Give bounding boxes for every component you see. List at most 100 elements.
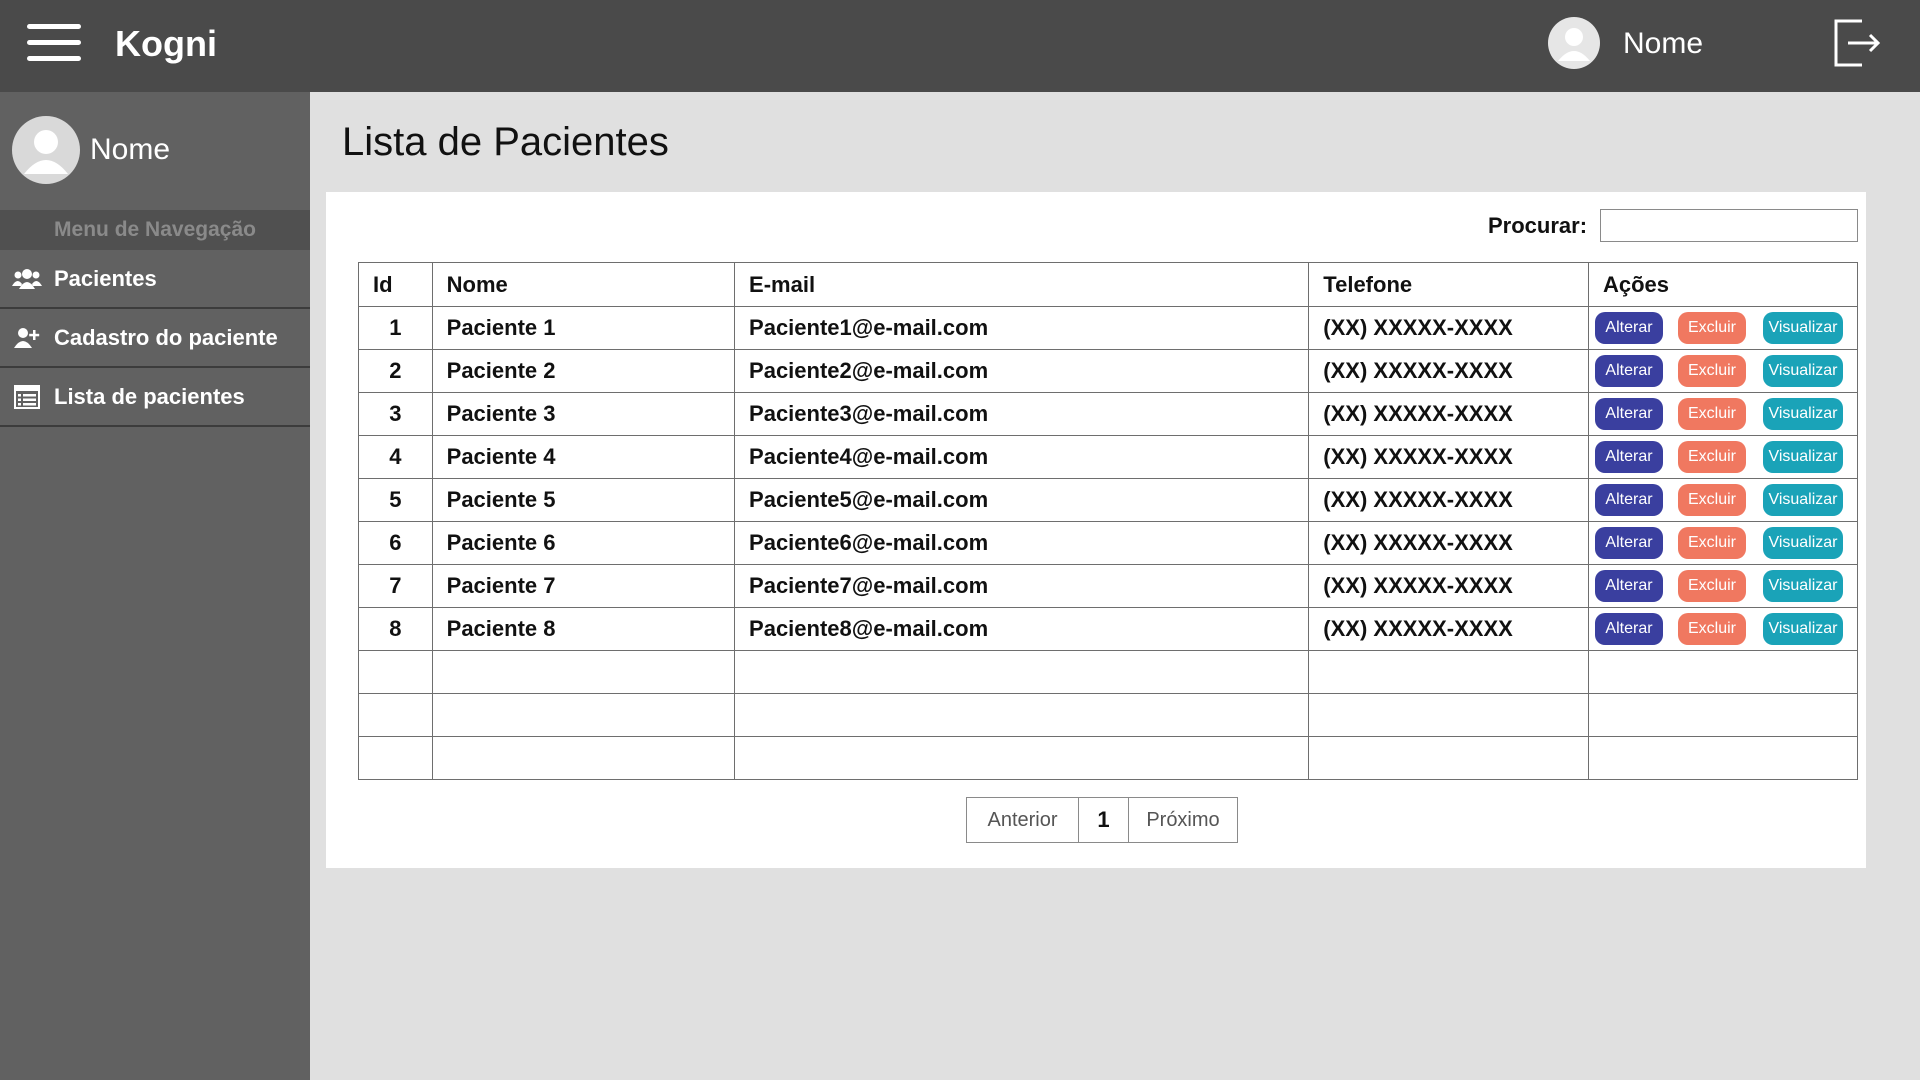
empty-cell [431,736,736,780]
view-button[interactable]: Visualizar [1762,441,1843,473]
view-button[interactable]: Visualizar [1762,484,1843,516]
empty-table-row [358,650,1859,694]
sidebar-username: Nome [90,133,171,166]
empty-table-row [358,736,1859,780]
cell-phone: (XX) XXXXX-XXXX [1308,306,1589,350]
view-button[interactable]: Visualizar [1762,355,1843,387]
sidebar-item-pacientes[interactable]: Pacientes [0,250,310,309]
empty-cell [734,650,1310,694]
avatar-icon [12,116,80,184]
logout-icon[interactable] [1832,17,1884,69]
cell-email: Paciente3@e-mail.com [734,392,1310,436]
view-button[interactable]: Visualizar [1762,312,1843,344]
view-button[interactable]: Visualizar [1762,527,1843,559]
column-header-email[interactable]: E-mail [734,262,1310,307]
next-page-button[interactable]: Próximo [1129,798,1237,842]
empty-cell [358,736,433,780]
row-actions: Alterar Excluir Visualizar [1594,441,1843,473]
menu-icon[interactable] [27,22,81,62]
table-row: 1 Paciente 1 Paciente1@e-mail.com (XX) XXXX… [358,306,1859,350]
previous-page-button[interactable]: Anterior [967,798,1079,842]
empty-cell [1308,650,1589,694]
row-actions: Alterar Excluir Visualizar [1594,527,1843,559]
search-label: Procurar: [1488,213,1588,238]
cell-name: Paciente 1 [431,306,736,350]
edit-button[interactable]: Alterar [1594,527,1663,559]
users-icon [0,267,54,291]
search-input[interactable] [1600,209,1858,242]
user-plus-icon [0,326,54,350]
cell-email: Paciente5@e-mail.com [734,478,1310,522]
edit-button[interactable]: Alterar [1594,484,1663,516]
cell-phone: (XX) XXXXX-XXXX [1308,392,1589,436]
edit-button[interactable]: Alterar [1594,398,1663,430]
delete-button[interactable]: Excluir [1677,484,1746,516]
nav-list: Pacientes Cadastro do paciente Lista de … [0,250,310,427]
empty-cell [734,736,1310,780]
table-row: 3 Paciente 3 Paciente3@e-mail.com (XX) XXXX… [358,392,1859,436]
cell-name: Paciente 6 [431,521,736,565]
delete-button[interactable]: Excluir [1677,527,1746,559]
delete-button[interactable]: Excluir [1677,570,1746,602]
cell-phone: (XX) XXXXX-XXXX [1308,521,1589,565]
cell-email: Paciente1@e-mail.com [734,306,1310,350]
empty-cell [1308,736,1589,780]
cell-name: Paciente 2 [431,349,736,393]
table-row: 5 Paciente 5 Paciente5@e-mail.com (XX) XXXX… [358,478,1859,522]
cell-id: 6 [358,521,433,565]
cell-phone: (XX) XXXXX-XXXX [1308,349,1589,393]
cell-phone: (XX) XXXXX-XXXX [1308,564,1589,608]
cell-id: 4 [358,435,433,479]
cell-id: 5 [358,478,433,522]
table-body: 1 Paciente 1 Paciente1@e-mail.com (XX) XXXX… [358,306,1859,780]
column-header-acoes: Ações [1587,262,1859,307]
current-page-button[interactable]: 1 [1079,798,1129,842]
edit-button[interactable]: Alterar [1594,312,1663,344]
empty-cell [1308,693,1589,737]
delete-button[interactable]: Excluir [1677,312,1746,344]
column-header-id[interactable]: Id [358,262,433,307]
sidebar-item-cadastro[interactable]: Cadastro do paciente [0,309,310,368]
cell-email: Paciente7@e-mail.com [734,564,1310,608]
nav-menu-title: Menu de Navegação [0,210,310,250]
table-row: 6 Paciente 6 Paciente6@e-mail.com (XX) XXXX… [358,521,1859,565]
sidebar-item-label: Lista de pacientes [54,383,245,409]
cell-id: 1 [358,306,433,350]
view-button[interactable]: Visualizar [1762,398,1843,430]
edit-button[interactable]: Alterar [1594,441,1663,473]
cell-id: 3 [358,392,433,436]
cell-id: 8 [358,607,433,651]
avatar-icon[interactable] [1548,17,1600,69]
column-header-telefone[interactable]: Telefone [1308,262,1589,307]
delete-button[interactable]: Excluir [1677,441,1746,473]
table-row: 2 Paciente 2 Paciente2@e-mail.com (XX) XXXX… [358,349,1859,393]
cell-email: Paciente4@e-mail.com [734,435,1310,479]
header-username[interactable]: Nome [1623,25,1703,63]
edit-button[interactable]: Alterar [1594,613,1663,645]
sidebar-item-label: Cadastro do paciente [54,324,278,350]
row-actions: Alterar Excluir Visualizar [1594,484,1843,516]
view-button[interactable]: Visualizar [1762,613,1843,645]
empty-cell [358,650,433,694]
cell-actions: Alterar Excluir Visualizar [1587,306,1859,350]
cell-actions: Alterar Excluir Visualizar [1587,435,1859,479]
sidebar-user: Nome [12,116,170,184]
empty-cell [1587,693,1859,737]
row-actions: Alterar Excluir Visualizar [1594,570,1843,602]
pagination: Anterior 1 Próximo [966,797,1238,843]
delete-button[interactable]: Excluir [1677,613,1746,645]
delete-button[interactable]: Excluir [1677,398,1746,430]
cell-id: 7 [358,564,433,608]
edit-button[interactable]: Alterar [1594,355,1663,387]
cell-email: Paciente2@e-mail.com [734,349,1310,393]
edit-button[interactable]: Alterar [1594,570,1663,602]
cell-actions: Alterar Excluir Visualizar [1587,349,1859,393]
row-actions: Alterar Excluir Visualizar [1594,355,1843,387]
cell-actions: Alterar Excluir Visualizar [1587,564,1859,608]
column-header-nome[interactable]: Nome [431,262,736,307]
view-button[interactable]: Visualizar [1762,570,1843,602]
sidebar-item-lista[interactable]: Lista de pacientes [0,368,310,427]
delete-button[interactable]: Excluir [1677,355,1746,387]
cell-phone: (XX) XXXXX-XXXX [1308,435,1589,479]
row-actions: Alterar Excluir Visualizar [1594,613,1843,645]
